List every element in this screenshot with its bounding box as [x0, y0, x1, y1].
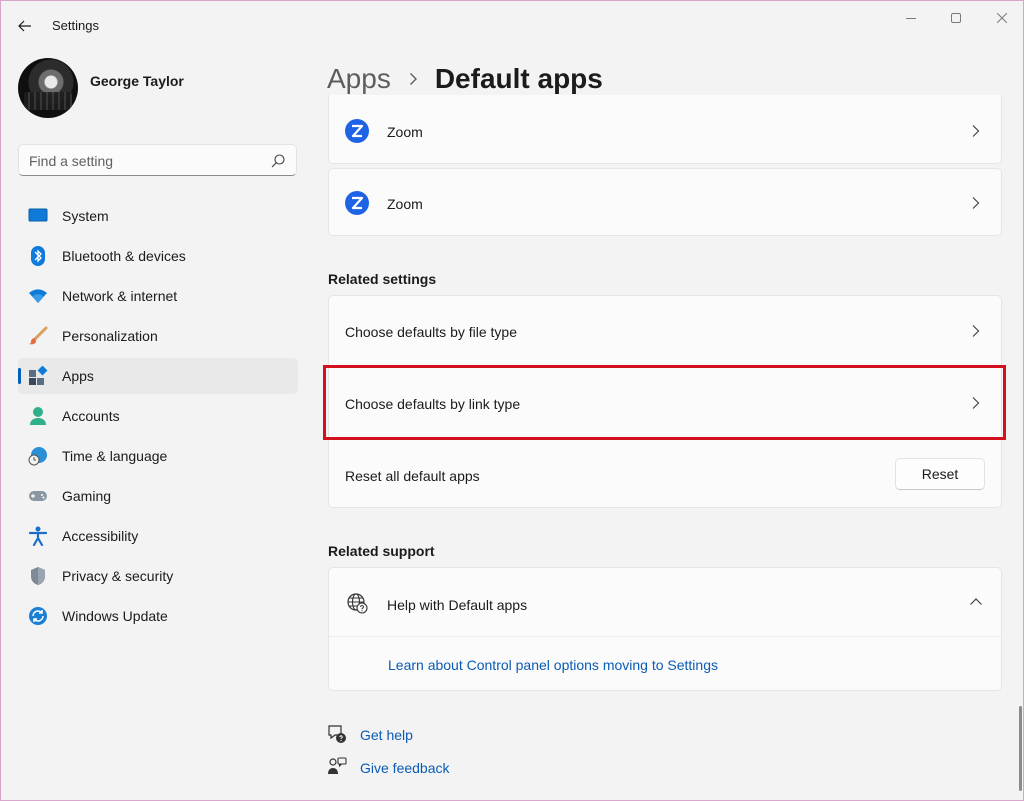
sidebar-item-label: Personalization: [62, 328, 158, 344]
reset-button[interactable]: Reset: [895, 458, 985, 490]
link-type-defaults-row[interactable]: Choose defaults by link type: [329, 368, 1001, 438]
minimize-button[interactable]: [888, 7, 934, 29]
minimize-icon: [906, 18, 916, 19]
reset-defaults-row: Reset all default apps Reset: [329, 440, 1001, 508]
avatar: [18, 58, 78, 118]
sidebar-item-network[interactable]: Network & internet: [18, 278, 298, 314]
sidebar-item-system[interactable]: System: [18, 198, 298, 234]
search-box: [18, 144, 297, 176]
divider: [329, 636, 1001, 637]
sidebar-item-label: Accessibility: [62, 528, 139, 544]
get-help-icon: [328, 725, 346, 743]
maximize-icon: [951, 13, 961, 23]
chevron-right-icon: [972, 325, 980, 337]
chevron-right-icon: [409, 72, 421, 86]
control-panel-info-link[interactable]: Learn about Control panel options moving…: [388, 657, 718, 673]
close-icon: [997, 13, 1007, 23]
sidebar-item-label: Accounts: [62, 408, 120, 424]
sidebar-nav: System Bluetooth & devices Network & int…: [18, 198, 298, 638]
search-icon[interactable]: [271, 154, 285, 168]
scrollbar-thumb[interactable]: [1019, 706, 1022, 791]
apps-icon: [28, 366, 48, 386]
chevron-right-icon: [972, 397, 980, 409]
search-input[interactable]: [29, 151, 264, 171]
title-bar: Settings: [1, 1, 1023, 49]
sidebar-item-label: Gaming: [62, 488, 112, 504]
maximize-button[interactable]: [933, 7, 979, 29]
user-profile[interactable]: George Taylor: [18, 58, 298, 118]
sidebar-item-privacy[interactable]: Privacy & security: [18, 558, 298, 594]
related-support-heading: Related support: [328, 543, 435, 559]
gamepad-icon: [28, 486, 48, 506]
zoom-icon: [345, 119, 369, 143]
globe-help-icon: [347, 593, 368, 614]
close-button[interactable]: [979, 7, 1023, 29]
person-icon: [28, 406, 48, 426]
link-type-defaults-label: Choose defaults by link type: [345, 396, 521, 412]
sidebar-item-label: Bluetooth & devices: [62, 248, 186, 264]
help-default-apps-header[interactable]: Help with Default apps: [329, 568, 1001, 636]
get-help-link[interactable]: Get help: [360, 727, 413, 743]
related-support-card: Help with Default apps Learn about Contr…: [328, 567, 1002, 691]
related-settings-heading: Related settings: [328, 271, 437, 287]
related-settings-card: Choose defaults by file type Choose defa…: [328, 295, 1002, 508]
sidebar-item-gaming[interactable]: Gaming: [18, 478, 298, 514]
sidebar-item-label: Windows Update: [62, 608, 168, 624]
file-type-defaults-label: Choose defaults by file type: [345, 324, 517, 340]
sidebar-item-label: Network & internet: [62, 288, 178, 304]
monitor-icon: [28, 206, 48, 226]
file-type-defaults-row[interactable]: Choose defaults by file type: [329, 296, 1001, 366]
chevron-right-icon: [972, 125, 980, 137]
give-feedback-link[interactable]: Give feedback: [360, 760, 450, 776]
breadcrumb: Apps Default apps: [327, 59, 603, 99]
window-title: Settings: [52, 18, 99, 33]
sidebar-item-accounts[interactable]: Accounts: [18, 398, 298, 434]
bluetooth-icon: [28, 246, 48, 266]
back-button[interactable]: [11, 13, 39, 39]
give-feedback-icon: [328, 757, 347, 774]
settings-window: Settings George Taylor System: [0, 0, 1024, 801]
accessibility-icon: [28, 526, 48, 546]
app-row-zoom-1[interactable]: Zoom: [328, 95, 1002, 164]
app-name: Zoom: [387, 124, 423, 140]
sidebar-item-label: Privacy & security: [62, 568, 174, 584]
sidebar-item-label: System: [62, 208, 109, 224]
update-icon: [28, 606, 48, 626]
globe-clock-icon: [28, 446, 48, 466]
sidebar-item-bluetooth[interactable]: Bluetooth & devices: [18, 238, 298, 274]
help-default-apps-label: Help with Default apps: [387, 597, 528, 613]
reset-defaults-label: Reset all default apps: [345, 468, 480, 484]
brush-icon: [28, 326, 48, 346]
sidebar-item-label: Time & language: [62, 448, 168, 464]
wifi-icon: [28, 286, 48, 306]
breadcrumb-parent[interactable]: Apps: [327, 63, 391, 95]
app-name: Zoom: [387, 196, 423, 212]
sidebar-item-time-language[interactable]: Time & language: [18, 438, 298, 474]
shield-icon: [28, 566, 48, 586]
zoom-icon: [345, 191, 369, 215]
sidebar-item-apps[interactable]: Apps: [18, 358, 298, 394]
app-row-zoom-2[interactable]: Zoom: [328, 168, 1002, 236]
profile-name: George Taylor: [90, 73, 184, 89]
sidebar-item-label: Apps: [62, 368, 94, 384]
page-title: Default apps: [434, 63, 603, 94]
sidebar-item-accessibility[interactable]: Accessibility: [18, 518, 298, 554]
arrow-left-icon: [18, 20, 31, 32]
chevron-up-icon[interactable]: [969, 597, 983, 607]
sidebar-item-windows-update[interactable]: Windows Update: [18, 598, 298, 634]
sidebar-item-personalization[interactable]: Personalization: [18, 318, 298, 354]
chevron-right-icon: [972, 197, 980, 209]
